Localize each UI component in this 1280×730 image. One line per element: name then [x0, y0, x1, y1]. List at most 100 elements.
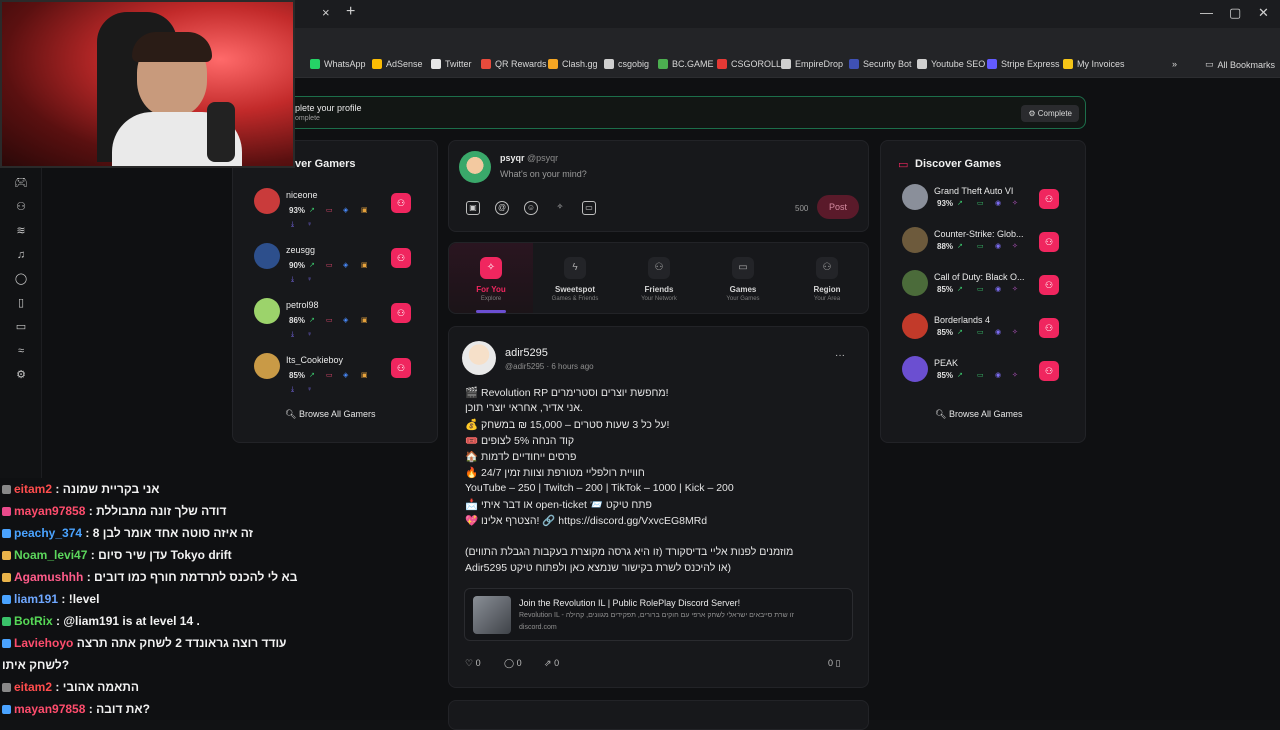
image-icon[interactable]: ▣	[466, 201, 480, 215]
sparkle-icon[interactable]: ✧	[553, 201, 567, 215]
trend-icon: ↗	[309, 262, 315, 269]
share-count: 0	[554, 658, 560, 668]
chat-username[interactable]: eitam2	[14, 680, 52, 694]
gamer-name[interactable]: zeusgg	[286, 245, 386, 255]
chat-username[interactable]: BotRix	[14, 614, 53, 628]
bookmark-item[interactable]: AdSense	[372, 59, 423, 69]
bookmark-item[interactable]: Clash.gg	[548, 59, 598, 69]
microphone	[207, 102, 235, 162]
follow-game-button[interactable]: ⚇	[1039, 361, 1059, 381]
gamer-name[interactable]: petrol98	[286, 300, 386, 310]
id-card-nav-icon[interactable]: ▭	[14, 320, 28, 334]
share-button[interactable]: ⇗ 0	[544, 658, 559, 669]
bell-icon[interactable]: ♫	[14, 248, 28, 262]
shield-icon: ◈	[343, 317, 349, 324]
chat-username[interactable]: Laviehoyo	[14, 636, 73, 650]
maximize-icon[interactable]: ▢	[1229, 5, 1241, 21]
gamer-avatar	[254, 243, 280, 269]
bookmark-nav-icon[interactable]: ▯	[14, 296, 28, 310]
follow-gamer-button[interactable]: ⚇	[391, 358, 411, 378]
games-nav-icon[interactable]: 🎮︎	[14, 176, 28, 190]
bookmark-item[interactable]: My Invoices	[1063, 59, 1125, 69]
bookmarks-overflow-icon[interactable]: »	[1172, 59, 1177, 69]
feed-tab-for-you[interactable]: ✧ For You Explore	[449, 243, 533, 313]
post-body-line: Adir5295 או להיכנס לשרת בקישור שנמצא כאן…	[465, 562, 731, 574]
chat-username[interactable]: mayan97858	[14, 504, 85, 518]
game-name[interactable]: Counter-Strike: Glob...	[934, 229, 1056, 239]
bookmark-item[interactable]: Security Bot	[849, 59, 912, 69]
feed-tab-friends[interactable]: ⚇ Friends Your Network	[617, 243, 701, 313]
follow-game-button[interactable]: ⚇	[1039, 275, 1059, 295]
save-button[interactable]: 0 ▯	[828, 658, 840, 669]
friends-nav-icon[interactable]: ⚇	[14, 200, 28, 214]
game-name[interactable]: PEAK	[934, 358, 1056, 368]
link-embed[interactable]: Join the Revolution IL | Public RolePlay…	[464, 588, 853, 641]
bookmark-item[interactable]: Twitter	[431, 59, 472, 69]
bookmark-item[interactable]: EmpireDrop	[781, 59, 843, 69]
chat-message: Agamushhh : בא לי להכנס לתרדמת חורף כמו …	[2, 570, 297, 584]
bookmark-item[interactable]: QR Rewards	[481, 59, 547, 69]
follow-game-button[interactable]: ⚇	[1039, 318, 1059, 338]
follow-game-button[interactable]: ⚇	[1039, 232, 1059, 252]
sparkle-icon: ✧	[1012, 243, 1018, 250]
gamer-name[interactable]: niceone	[286, 190, 386, 200]
chat-message: peachy_374 : זה איזה סוטה אחד אומר לבן 8	[2, 526, 253, 540]
game-name[interactable]: Grand Theft Auto VI	[934, 186, 1056, 196]
chat-username[interactable]: Agamushhh	[14, 570, 83, 584]
chat-badge-icon	[2, 529, 11, 539]
mention-icon[interactable]: @	[495, 201, 509, 215]
chat-nav-icon[interactable]: ◯	[14, 272, 28, 286]
bookmark-item[interactable]: Stripe Express	[987, 59, 1060, 69]
bookmark-label: Youtube SEO	[931, 59, 986, 69]
bookmark-item[interactable]: Youtube SEO	[917, 59, 985, 69]
chat-username[interactable]: mayan97858	[14, 702, 85, 716]
post-author-name[interactable]: adir5295	[505, 347, 548, 359]
follow-gamer-button[interactable]: ⚇	[391, 303, 411, 323]
complete-profile-button[interactable]: ⚙ Complete	[1021, 105, 1079, 122]
game-name[interactable]: Borderlands 4	[934, 315, 1056, 325]
new-tab-button[interactable]: +	[346, 3, 355, 21]
close-window-icon[interactable]: ✕	[1258, 5, 1269, 21]
browse-all-gamers-button[interactable]: 🔍︎ Browse All Gamers	[285, 409, 375, 420]
chat-text: : את דובה?	[88, 702, 150, 716]
chat-username[interactable]: eitam2	[14, 482, 52, 496]
bookmark-item[interactable]: WhatsApp	[310, 59, 366, 69]
all-bookmarks-button[interactable]: ▭ All Bookmarks	[1205, 59, 1275, 70]
tab-close-icon[interactable]: ×	[322, 5, 330, 20]
comment-button[interactable]: ◯ 0	[504, 658, 522, 669]
game-icon[interactable]: ▭	[582, 201, 596, 215]
browse-all-games-button[interactable]: 🔍︎ Browse All Games	[935, 409, 1022, 420]
audio-nav-icon[interactable]: ≋	[14, 224, 28, 238]
post-more-icon[interactable]: ···	[835, 350, 845, 361]
chat-username[interactable]: liam191	[14, 592, 58, 606]
chat-username[interactable]: peachy_374	[14, 526, 82, 540]
bookmark-item[interactable]: CSGOROLL	[717, 59, 781, 69]
gamer-name[interactable]: Its_Cookieboy	[286, 355, 386, 365]
post-button[interactable]: Post	[817, 195, 859, 219]
bookmark-item[interactable]: BC.GAME	[658, 59, 714, 69]
emoji-icon[interactable]: ☺	[524, 201, 538, 215]
globe-icon: ◉	[995, 329, 1002, 336]
gear-icon[interactable]: ⚙	[14, 368, 28, 382]
feed-tab-region[interactable]: ⚇ Region Your Area	[785, 243, 869, 313]
complete-button-label: Complete	[1037, 109, 1072, 118]
follow-gamer-button[interactable]: ⚇	[391, 193, 411, 213]
like-button[interactable]: ♡ 0	[465, 658, 481, 669]
feed-tab-sweetspot[interactable]: ϟ Sweetspot Games & Friends	[533, 243, 617, 313]
minimize-icon[interactable]: —	[1200, 5, 1213, 20]
feed-tab-label: Friends	[644, 285, 674, 294]
follow-game-button[interactable]: ⚇	[1039, 189, 1059, 209]
feed-tab-label: Games	[729, 285, 757, 294]
feed-tab-games[interactable]: ▭ Games Your Games	[701, 243, 785, 313]
bookmark-item[interactable]: csgobig	[604, 59, 649, 69]
chat-username[interactable]: Noam_levi47	[14, 548, 87, 562]
composer-input[interactable]: What's on your mind?	[500, 169, 587, 179]
game-name[interactable]: Call of Duty: Black O...	[934, 272, 1056, 282]
bookmark-favicon-icon	[548, 59, 558, 69]
shield-icon: ◈	[343, 262, 349, 269]
chat-text: : @liam191 is at level 14 .	[56, 614, 200, 628]
trend-icon: ↗	[309, 317, 315, 324]
game-match-pct: 93%	[937, 199, 954, 208]
follow-gamer-button[interactable]: ⚇	[391, 248, 411, 268]
feed-nav-icon[interactable]: ≈	[14, 344, 28, 358]
